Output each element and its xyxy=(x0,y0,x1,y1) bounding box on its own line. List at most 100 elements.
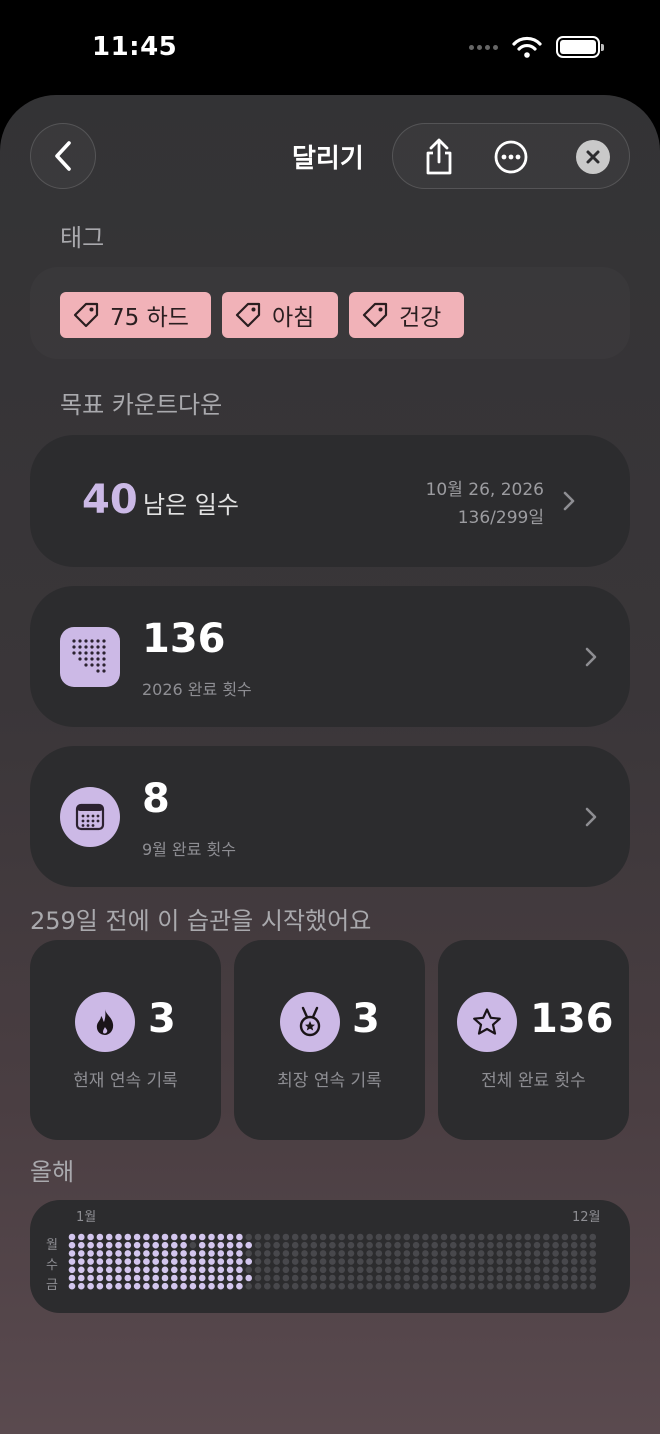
heatmap-day-dot xyxy=(301,1233,308,1241)
back-button[interactable] xyxy=(30,123,96,189)
heatmap-day-dot xyxy=(291,1233,299,1241)
heatmap-day-dot xyxy=(468,1274,476,1282)
heatmap-day-dot xyxy=(310,1282,318,1290)
heatmap-day-dot xyxy=(403,1258,411,1265)
heatmap-day-dot xyxy=(133,1250,141,1257)
heatmap-day-dot xyxy=(403,1274,411,1282)
heatmap-day-dot xyxy=(310,1233,318,1241)
heatmap-day-dot xyxy=(217,1241,225,1249)
heatmap-day-dot xyxy=(124,1241,132,1249)
heatmap-day-dot xyxy=(78,1266,85,1274)
heatmap-day-dot xyxy=(580,1266,587,1274)
status-bar: 11:45 xyxy=(0,0,660,95)
heatmap-day-dot xyxy=(105,1258,113,1265)
heatmap-day-dot xyxy=(570,1258,578,1265)
heatmap-day-dot xyxy=(357,1258,364,1265)
heatmap-day-dot xyxy=(143,1233,150,1241)
heatmap-day-dot xyxy=(171,1258,178,1265)
heatmap-day-dot xyxy=(580,1258,587,1265)
tag-label: 건강 xyxy=(399,305,442,331)
heatmap-day-dot xyxy=(552,1282,559,1290)
heatmap-day-dot xyxy=(477,1250,485,1257)
heatmap-day-dot xyxy=(264,1282,271,1290)
heatmap-day-dot xyxy=(543,1250,550,1257)
heatmap-day-dot xyxy=(68,1241,76,1249)
heatmap-day-dot xyxy=(310,1266,318,1274)
yearly-completions-label: 2026 완료 횟수 xyxy=(142,680,252,699)
goal-section-title: 목표 카운트다운 xyxy=(60,391,223,419)
goal-progress: 136/299일 xyxy=(457,508,544,528)
goal-countdown-card[interactable]: 40 남은 일수 10월 26, 2026 136/299일 xyxy=(30,435,630,567)
heatmap-day-dot xyxy=(124,1266,132,1274)
heatmap-day-dot xyxy=(245,1250,252,1257)
heatmap-day-dot xyxy=(254,1266,262,1274)
heatmap-day-dot xyxy=(291,1274,299,1282)
heatmap-day-dot xyxy=(487,1282,494,1290)
heatmap-day-dot xyxy=(273,1274,280,1282)
share-button[interactable] xyxy=(409,124,469,190)
heatmap-day-dot xyxy=(543,1266,550,1274)
heatmap-day-dot xyxy=(468,1282,476,1290)
heatmap-day-dot xyxy=(273,1250,280,1257)
heatmap-day-dot xyxy=(338,1266,346,1274)
heatmap-day-dot xyxy=(282,1233,290,1241)
heatmap-day-dot xyxy=(366,1258,373,1265)
heatmap-day-dot xyxy=(552,1266,559,1274)
year-heatmap-card[interactable]: 1월 12월 월 수 금 xyxy=(30,1200,630,1313)
heatmap-day-dot xyxy=(552,1241,559,1249)
heatmap-day-dot xyxy=(180,1274,187,1282)
heatmap-day-dot xyxy=(375,1266,383,1274)
heatmap-day-dot xyxy=(264,1250,271,1257)
monthly-completions-card[interactable]: 8 9월 완료 횟수 xyxy=(30,746,630,887)
heatmap-day-dot xyxy=(236,1250,243,1257)
heatmap-day-dot xyxy=(570,1250,578,1257)
heatmap-day-dot xyxy=(384,1282,392,1290)
heatmap-day-dot xyxy=(143,1266,150,1274)
heatmap-day-dot xyxy=(515,1274,522,1282)
heatmap-day-dot xyxy=(561,1250,569,1257)
heatmap-day-dot xyxy=(440,1241,448,1249)
heatmap-day-dot xyxy=(403,1282,411,1290)
heatmap-day-dot xyxy=(105,1233,113,1241)
heatmap-day-dot xyxy=(105,1250,113,1257)
heatmap-day-dot xyxy=(96,1282,104,1290)
heatmap-day-dot xyxy=(375,1250,383,1257)
tag-chip[interactable]: 75 하드 xyxy=(60,292,211,338)
heatmap-day-dot xyxy=(431,1282,439,1290)
heatmap-day-dot xyxy=(124,1250,132,1257)
heatmap-day-dot xyxy=(115,1233,122,1241)
heatmap-day-dot xyxy=(208,1258,215,1265)
heatmap-day-dot xyxy=(87,1250,94,1257)
monthly-completions-label: 9월 완료 횟수 xyxy=(142,840,236,859)
heatmap-day-dot xyxy=(412,1250,420,1257)
heatmap-day-dot xyxy=(245,1233,252,1241)
tag-chip[interactable]: 건강 xyxy=(349,292,464,338)
current-streak-card: 3 현재 연속 기록 xyxy=(30,940,221,1140)
tag-chip[interactable]: 아침 xyxy=(222,292,338,338)
close-button[interactable] xyxy=(563,124,623,190)
heatmap-day-dot xyxy=(543,1258,550,1265)
yearly-completions-card[interactable]: 136 2026 완료 횟수 xyxy=(30,586,630,727)
tag-icon xyxy=(235,302,261,328)
heatmap-day-dot xyxy=(329,1233,336,1241)
heatmap-day-dot xyxy=(403,1250,411,1257)
heatmap-day-dot xyxy=(366,1274,373,1282)
longest-streak-value: 3 xyxy=(352,996,380,1042)
heatmap-day-dot xyxy=(533,1266,541,1274)
heatmap-day-dot xyxy=(496,1233,504,1241)
heatmap-day-dot xyxy=(152,1241,159,1249)
heatmap-day-dot xyxy=(338,1250,346,1257)
more-button[interactable] xyxy=(481,124,541,190)
heatmap-day-dot xyxy=(496,1282,504,1290)
heatmap-day-dot xyxy=(198,1274,206,1282)
heatmap-day-dot xyxy=(477,1233,485,1241)
heatmap-day-dot xyxy=(171,1233,178,1241)
heatmap-day-dot xyxy=(375,1241,383,1249)
heatmap-day-dot xyxy=(68,1233,76,1241)
heatmap-day-dot xyxy=(124,1258,132,1265)
heatmap-day-dot xyxy=(384,1241,392,1249)
heatmap-day-dot xyxy=(319,1266,327,1274)
heatmap-day-dot xyxy=(459,1250,466,1257)
current-streak-value: 3 xyxy=(148,996,176,1042)
heatmap-day-dot xyxy=(533,1233,541,1241)
